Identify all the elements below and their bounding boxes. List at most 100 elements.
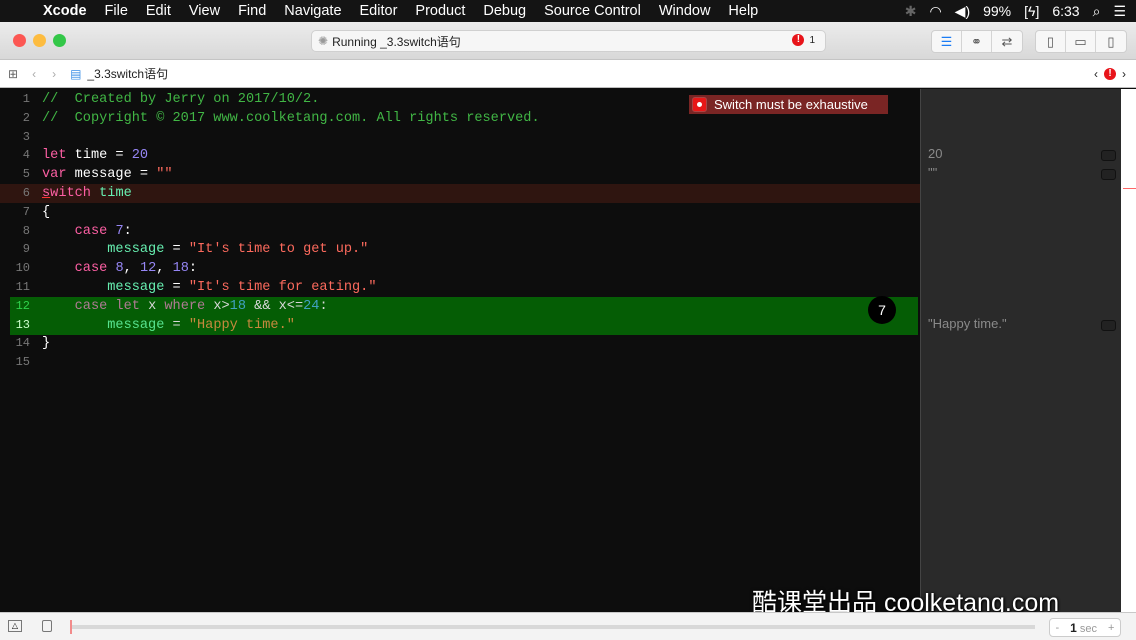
menu-navigate[interactable]: Navigate bbox=[275, 3, 350, 19]
source-editor[interactable]: 1 // Created by Jerry on 2017/10/2. 2 // Co… bbox=[0, 89, 920, 612]
code-line[interactable]: 8 case 7: bbox=[0, 222, 920, 241]
line-number: 2 bbox=[22, 110, 30, 125]
code-line[interactable]: 11 message = "It's time for eating." bbox=[0, 278, 920, 297]
minimize-window-button[interactable] bbox=[33, 34, 46, 47]
code-line[interactable]: 9 message = "It's time to get up." bbox=[0, 240, 920, 259]
code-line[interactable]: 10 case 8, 12, 18: bbox=[0, 259, 920, 278]
code-token: // Copyright © 2017 www.coolketang.com. … bbox=[42, 110, 540, 126]
error-count: 1 bbox=[809, 34, 815, 46]
error-icon: ! bbox=[792, 34, 805, 46]
menu-view[interactable]: View bbox=[180, 3, 229, 19]
zoom-window-button[interactable] bbox=[53, 34, 66, 47]
code-token: = bbox=[164, 242, 189, 258]
code-token: } bbox=[42, 336, 51, 352]
next-issue-icon[interactable]: › bbox=[1122, 67, 1126, 81]
menu-debug[interactable]: Debug bbox=[474, 3, 535, 19]
code-line[interactable]: 13 message = "Happy time." bbox=[10, 315, 918, 335]
code-token: x bbox=[139, 298, 165, 314]
code-token: { bbox=[42, 204, 51, 220]
related-items-icon[interactable]: ⊞ bbox=[8, 67, 18, 81]
menu-window[interactable]: Window bbox=[650, 3, 720, 19]
quick-look-button[interactable] bbox=[1101, 320, 1116, 331]
menu-help[interactable]: Help bbox=[719, 3, 767, 19]
volume-icon[interactable]: ◀) bbox=[955, 3, 970, 20]
menu-source-control[interactable]: Source Control bbox=[535, 3, 650, 19]
code-token: "It's time for eating." bbox=[188, 280, 377, 295]
line-number: 14 bbox=[15, 336, 30, 351]
bluetooth-icon[interactable]: ✱ bbox=[905, 3, 917, 20]
code-token: // Created by Jerry on 2017/10/2. bbox=[42, 92, 320, 107]
notification-center-icon[interactable]: ☰ bbox=[1113, 3, 1126, 20]
code-text: // Copyright © 2017 www.coolketang.com. … bbox=[42, 109, 540, 128]
code-line[interactable]: 3 bbox=[0, 128, 920, 147]
code-text: message = "It's time for eating." bbox=[42, 278, 376, 297]
code-text: // Created by Jerry on 2017/10/2. bbox=[42, 90, 319, 109]
editor-mode-control: ☰ ⚭ ⇄ bbox=[931, 30, 1023, 53]
version-editor-icon[interactable]: ⇄ bbox=[992, 31, 1022, 52]
code-token: : bbox=[188, 261, 198, 277]
code-line[interactable]: 7{ bbox=[0, 203, 920, 222]
menu-product[interactable]: Product bbox=[406, 3, 474, 19]
code-line[interactable]: 12 case let x where x>18 && x<=24: bbox=[10, 296, 918, 316]
hide-debug-area-icon[interactable]: △ bbox=[8, 620, 22, 632]
error-message-bubble[interactable]: Switch must be exhaustive bbox=[689, 95, 888, 114]
previous-issue-icon[interactable]: ‹ bbox=[1094, 67, 1098, 81]
breadcrumb-file[interactable]: _3.3switch语句 bbox=[87, 65, 168, 82]
code-text: { bbox=[42, 203, 50, 222]
code-line[interactable]: 6 switch time bbox=[0, 184, 920, 203]
code-token: case bbox=[42, 261, 108, 277]
code-line[interactable]: 5 var message = "" bbox=[0, 165, 920, 184]
back-icon[interactable]: ‹ bbox=[32, 67, 36, 81]
menu-bar: Xcode File Edit View Find Navigate Edito… bbox=[0, 0, 1136, 22]
wifi-icon[interactable]: ◠ bbox=[929, 3, 941, 20]
standard-editor-icon[interactable]: ☰ bbox=[932, 31, 962, 52]
code-text: case let x where x>18 && x<=24: bbox=[42, 297, 328, 316]
navigator-toggle-icon[interactable]: ▯ bbox=[1036, 31, 1066, 52]
quick-look-button[interactable] bbox=[1101, 150, 1116, 161]
debug-area-toggle-icon[interactable]: ▭ bbox=[1066, 31, 1096, 52]
line-number: 6 bbox=[22, 186, 30, 200]
line-number: 12 bbox=[15, 298, 30, 313]
line-number: 11 bbox=[15, 280, 30, 294]
battery-icon[interactable]: [ϟ] bbox=[1024, 3, 1039, 19]
code-token: = bbox=[164, 317, 189, 333]
increment-button[interactable]: + bbox=[1108, 622, 1114, 634]
code-token: 24 bbox=[303, 298, 320, 314]
assistant-editor-icon[interactable]: ⚭ bbox=[962, 31, 992, 52]
menu-app[interactable]: Xcode bbox=[34, 3, 96, 19]
menu-find[interactable]: Find bbox=[229, 3, 275, 19]
decrement-button[interactable]: - bbox=[1056, 622, 1060, 634]
timeline-duration-stepper[interactable]: - 1 sec + bbox=[1049, 618, 1121, 637]
code-token: message bbox=[42, 280, 165, 295]
timeline-slider[interactable] bbox=[70, 620, 1035, 634]
code-token: var bbox=[42, 167, 67, 183]
jump-bar: ⊞ ‹ › ▤ _3.3switch语句 ‹ ! › bbox=[0, 60, 1136, 88]
spotlight-search-icon[interactable]: ⌕ bbox=[1093, 3, 1101, 20]
menu-editor[interactable]: Editor bbox=[351, 3, 407, 19]
issue-icon[interactable]: ! bbox=[1104, 67, 1116, 80]
code-token: = bbox=[164, 280, 189, 295]
forward-icon[interactable]: › bbox=[52, 67, 56, 81]
scroll-gutter[interactable] bbox=[1121, 89, 1136, 612]
code-line[interactable]: 4 let time = 20 bbox=[0, 146, 920, 165]
error-indicator[interactable]: ! 1 bbox=[792, 34, 815, 46]
clock[interactable]: 6:33 bbox=[1052, 3, 1079, 19]
timeline-position[interactable] bbox=[70, 620, 72, 634]
utilities-toggle-icon[interactable]: ▯ bbox=[1096, 31, 1126, 52]
menu-file[interactable]: File bbox=[96, 3, 137, 19]
code-line[interactable]: 15 bbox=[0, 353, 920, 372]
code-token: : bbox=[123, 223, 132, 239]
code-text: message = "Happy time." bbox=[42, 316, 295, 335]
code-token: "Happy time." bbox=[188, 317, 295, 333]
menu-edit[interactable]: Edit bbox=[137, 3, 180, 19]
code-token: time bbox=[99, 186, 132, 201]
window-toolbar: ✺ Running _3.3switch语句 ! 1 ☰ ⚭ ⇄ ▯ ▭ ▯ bbox=[0, 22, 1136, 60]
line-number: 8 bbox=[22, 223, 30, 238]
code-token: case bbox=[42, 223, 108, 239]
quick-look-button[interactable] bbox=[1101, 169, 1116, 180]
code-line[interactable]: 14} bbox=[0, 334, 920, 353]
code-token: 12 bbox=[139, 261, 157, 277]
run-stop-icon[interactable] bbox=[42, 620, 52, 632]
close-window-button[interactable] bbox=[13, 34, 26, 47]
